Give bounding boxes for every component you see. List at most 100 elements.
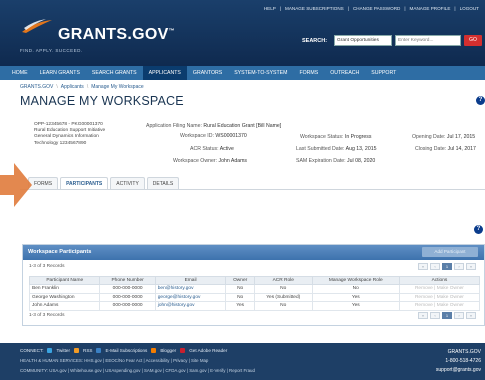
email-subscriptions-link[interactable]: E-Mail Subscriptions: [105, 348, 147, 353]
search-go-button[interactable]: GO: [464, 35, 482, 46]
footer-contact: GRANTS.GOV 1-800-518-4726 support@grants…: [436, 348, 481, 375]
filing-name-value: Rural Education Grant [Bill Name]: [203, 123, 282, 129]
records-count: 1-3 of 3 Records: [29, 264, 65, 269]
change-password-link[interactable]: CHANGE PASSWORD: [353, 6, 400, 11]
nav-learn-grants[interactable]: LEARN GRANTS: [34, 66, 86, 80]
field-label: Closing Date:: [415, 146, 447, 152]
footer-phone: 1-800-518-4726: [445, 358, 481, 364]
grants-logo-icon[interactable]: [20, 18, 54, 34]
sep: |: [347, 6, 349, 11]
nav-search-grants[interactable]: SEARCH GRANTS: [86, 66, 143, 80]
table-row: George Washington 000-000-0000 george@hi…: [28, 292, 481, 302]
participants-table: Participant Name Phone Number Email Owne…: [28, 276, 481, 311]
phone-number: 000-000-0000: [99, 292, 156, 302]
breadcrumb-home[interactable]: GRANTS.GOV: [20, 84, 53, 90]
add-participant-button[interactable]: Add Participant: [422, 247, 478, 257]
column-header[interactable]: Manage Workspace Role: [311, 276, 400, 285]
nav-outreach[interactable]: OUTREACH: [324, 66, 365, 80]
footer-support-email[interactable]: support@grants.gov: [436, 366, 481, 375]
breadcrumb-applicants[interactable]: Applicants: [61, 84, 84, 90]
email-link[interactable]: john@history.gov: [154, 301, 227, 311]
acr-role-value: Yes (Submitted): [253, 292, 313, 302]
site-header: HELP | MANAGE SUBSCRIPTIONS | CHANGE PAS…: [0, 0, 485, 66]
column-header[interactable]: Participant Name: [28, 276, 101, 285]
phone-number: 000-000-0000: [99, 284, 156, 294]
pager-page[interactable]: 1: [442, 263, 452, 270]
help-link[interactable]: HELP: [264, 6, 276, 11]
closing-date-value: Jul 14, 2017: [447, 146, 476, 152]
workspace-status-row: Workspace Status: In Progress: [300, 134, 371, 140]
row-actions[interactable]: Remove | Make Owner: [398, 301, 481, 311]
panel-title: Workspace Participants: [28, 249, 92, 255]
column-header[interactable]: Phone Number: [99, 276, 156, 285]
rss-icon[interactable]: [74, 348, 80, 353]
pager-next[interactable]: ›: [454, 312, 464, 319]
help-icon[interactable]: ?: [474, 225, 483, 234]
twitter-link[interactable]: Twitter: [56, 348, 70, 353]
column-header[interactable]: Owner: [225, 276, 255, 285]
owner-value: Yes: [225, 301, 255, 311]
pager-next[interactable]: ›: [454, 263, 464, 270]
sam-expiration-row: SAM Expiration Date: Jul 08, 2020: [296, 158, 375, 164]
logout-link[interactable]: LOGOUT: [460, 6, 479, 11]
email-icon[interactable]: [96, 348, 102, 353]
site-logo-text[interactable]: GRANTS.GOV™: [58, 26, 175, 44]
column-header[interactable]: Email: [154, 276, 227, 285]
manage-subscriptions-link[interactable]: MANAGE SUBSCRIPTIONS: [285, 6, 344, 11]
blogger-link[interactable]: Blogger: [160, 348, 176, 353]
panel-header: Workspace Participants Add Participant: [23, 245, 484, 260]
footer-hhs-links[interactable]: HEALTH & HUMAN SERVICES: HHS.gov | EEOC/…: [20, 358, 208, 363]
adobe-icon[interactable]: [180, 348, 186, 353]
participant-name: Ben Franklin: [28, 284, 101, 294]
blogger-icon[interactable]: [151, 348, 157, 353]
pager-top: « ‹ 1 › »: [418, 263, 476, 270]
pager-last[interactable]: »: [466, 263, 476, 270]
field-label: Workspace Owner:: [173, 158, 218, 164]
sep: |: [404, 6, 406, 11]
pager-page[interactable]: 1: [442, 312, 452, 319]
nav-system-to-system[interactable]: SYSTEM-TO-SYSTEM: [228, 66, 293, 80]
row-actions[interactable]: Remove | Make Owner: [398, 284, 481, 294]
field-label: Last Submitted Date:: [296, 146, 345, 152]
table-header-row: Participant Name Phone Number Email Owne…: [28, 276, 481, 285]
search-scope-select[interactable]: Grant Opportunities: [334, 35, 392, 46]
adobe-reader-link[interactable]: Get Adobe Reader: [189, 348, 227, 353]
manage-role-value: No: [311, 284, 400, 294]
connect-label: CONNECT:: [20, 348, 44, 353]
pager-bottom: « ‹ 1 › »: [418, 312, 476, 319]
help-icon[interactable]: ?: [476, 96, 485, 105]
search-input[interactable]: Enter Keyword...: [395, 35, 461, 46]
pager-last[interactable]: »: [466, 312, 476, 319]
manage-profile-link[interactable]: MANAGE PROFILE: [410, 6, 451, 11]
workspace-owner-row: Workspace Owner: John Adams: [173, 158, 247, 164]
page-title: MANAGE MY WORKSPACE: [20, 94, 184, 108]
pager-prev[interactable]: ‹: [430, 312, 440, 319]
nav-forms[interactable]: FORMS: [293, 66, 324, 80]
opportunity-info: OPP-12345678 - PKG00001370 Rural Educati…: [34, 122, 144, 147]
nav-applicants[interactable]: APPLICANTS: [142, 66, 187, 80]
participants-panel: Workspace Participants Add Participant 1…: [22, 244, 485, 326]
row-actions[interactable]: Remove | Make Owner: [398, 292, 481, 302]
rss-link[interactable]: RSS: [83, 348, 92, 353]
nav-home[interactable]: HOME: [6, 66, 34, 80]
participant-name: George Washington: [28, 292, 101, 302]
footer-connect: CONNECT: Twitter RSS E-Mail Subscription…: [20, 348, 227, 353]
email-link[interactable]: george@history.gov: [154, 292, 227, 302]
pager-first[interactable]: «: [418, 312, 428, 319]
site-footer: CONNECT: Twitter RSS E-Mail Subscription…: [0, 343, 485, 380]
last-submitted-value: Aug 13, 2015: [345, 146, 377, 152]
pager-first[interactable]: «: [418, 263, 428, 270]
field-label: ACR Status:: [190, 146, 219, 152]
manage-role-value: Yes: [311, 292, 400, 302]
nav-support[interactable]: SUPPORT: [365, 66, 402, 80]
pager-prev[interactable]: ‹: [430, 263, 440, 270]
footer-community-links[interactable]: COMMUNITY: USA.gov | Whitehouse.gov | US…: [20, 368, 255, 373]
sep: |: [279, 6, 282, 11]
table-row: John Adams 000-000-0000 john@history.gov…: [28, 301, 481, 311]
breadcrumb-sep: \: [86, 84, 89, 90]
twitter-icon[interactable]: [47, 348, 53, 353]
email-link[interactable]: ben@history.gov: [154, 284, 227, 294]
column-header[interactable]: ACR Role: [253, 276, 313, 285]
nav-grantors[interactable]: GRANTORS: [187, 66, 228, 80]
field-label: SAM Expiration Date:: [296, 158, 346, 164]
